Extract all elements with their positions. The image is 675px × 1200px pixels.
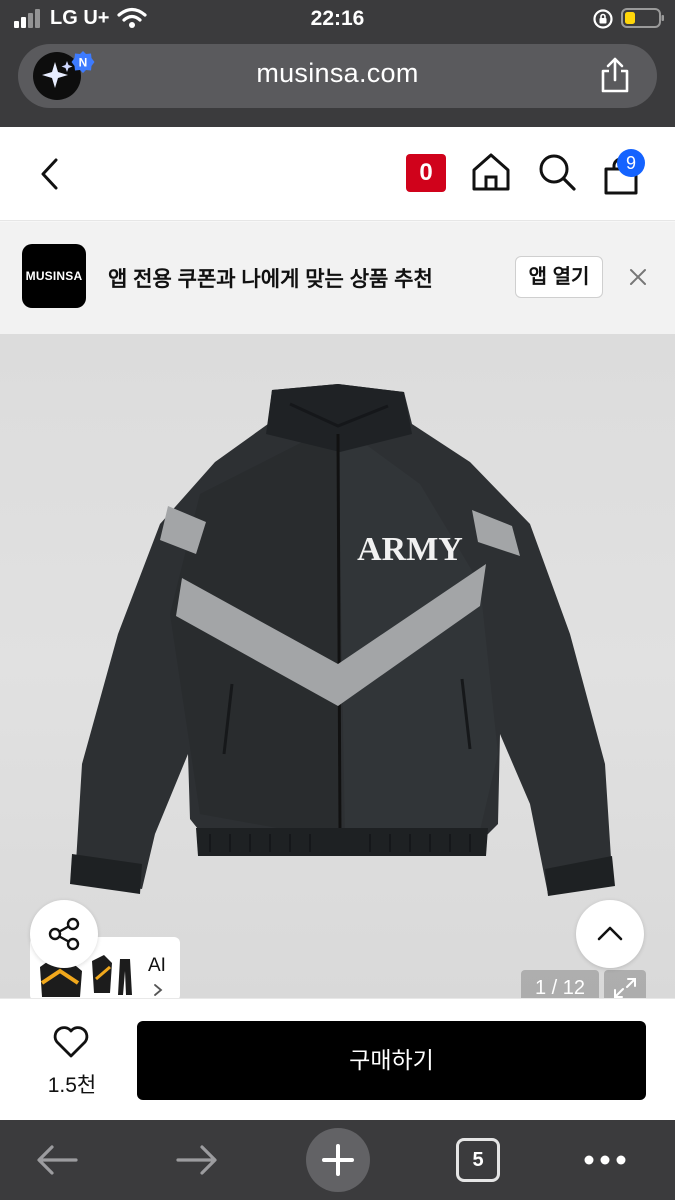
plus-icon (322, 1144, 354, 1176)
browser-toolbar: 5 (0, 1120, 675, 1200)
purchase-bar: 1.5천 구매하기 (0, 998, 675, 1120)
browser-top-chrome: LG U+ 22:16 N musinsa.com (0, 0, 675, 127)
battery-icon (621, 8, 664, 28)
app-promo-banner: MUSINSA 앱 전용 쿠폰과 나에게 맞는 상품 추천 앱 열기 (0, 222, 675, 334)
scroll-to-top-button[interactable] (576, 900, 644, 968)
status-bar: LG U+ 22:16 (0, 0, 675, 38)
image-page-counter: 1 / 12 (521, 970, 599, 998)
more-dots-icon[interactable] (582, 1150, 628, 1170)
chevron-right-icon (154, 984, 163, 996)
rotation-lock-icon (593, 9, 613, 29)
clock-time: 22:16 (310, 7, 365, 30)
bag-count-badge: 9 (617, 149, 645, 177)
expand-icon[interactable] (604, 970, 646, 998)
new-tab-button[interactable] (306, 1128, 370, 1192)
jacket-product-photo: ARMY (70, 384, 615, 896)
forward-arrow-icon[interactable] (174, 1142, 220, 1178)
url-text[interactable]: musinsa.com (0, 58, 675, 89)
home-icon[interactable] (470, 151, 512, 193)
musinsa-logo: MUSINSA (22, 244, 86, 308)
share-button[interactable] (30, 900, 98, 968)
tabs-button[interactable]: 5 (456, 1138, 500, 1182)
close-icon[interactable] (628, 267, 648, 287)
army-print-text: ARMY (357, 531, 463, 568)
page-header: 0 9 (0, 127, 675, 221)
share-nodes-icon (48, 917, 80, 951)
heart-icon[interactable] (52, 1025, 90, 1059)
back-arrow-icon[interactable] (34, 1142, 80, 1178)
chevron-up-icon (597, 926, 623, 941)
back-arrow-icon[interactable] (32, 154, 68, 194)
product-image-carousel[interactable]: ARMY AI 1 / 12 (0, 334, 675, 998)
cart-badge[interactable]: 0 (406, 154, 446, 192)
open-app-button[interactable]: 앱 열기 (515, 256, 603, 298)
search-icon[interactable] (536, 151, 578, 193)
buy-button[interactable]: 구매하기 (137, 1021, 646, 1100)
expand-arrows-icon (614, 978, 636, 998)
banner-message: 앱 전용 쿠폰과 나에게 맞는 상품 추천 (108, 268, 433, 291)
share-icon[interactable] (598, 56, 632, 94)
ai-label: AI (148, 955, 166, 976)
like-count: 1.5천 (47, 1074, 97, 1097)
